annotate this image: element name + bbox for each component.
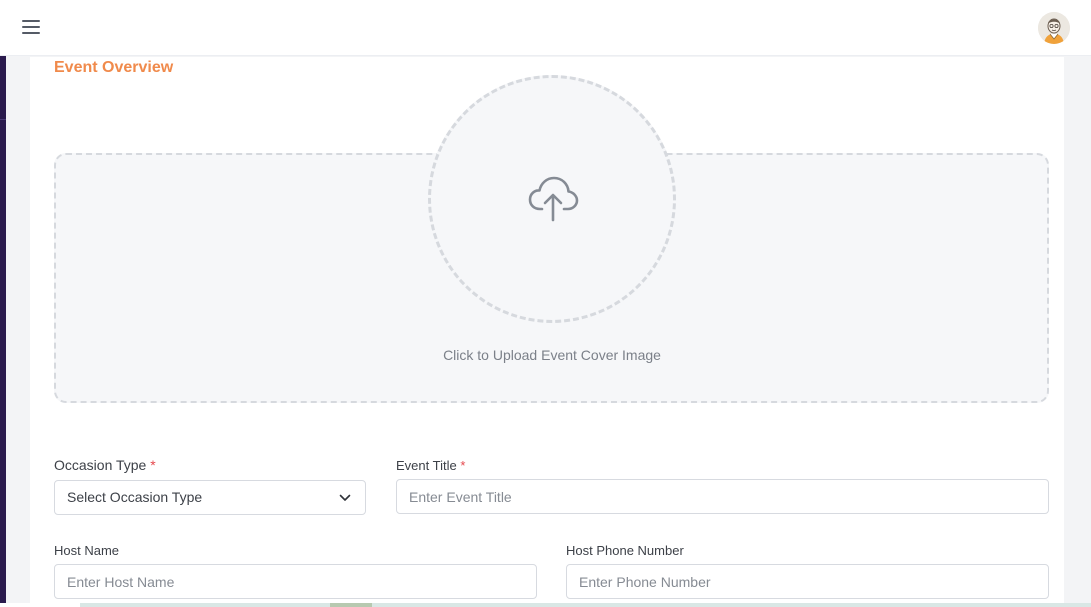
- occasion-type-label: Occasion Type *: [54, 457, 156, 473]
- occasion-type-label-text: Occasion Type: [54, 457, 147, 473]
- cloud-upload-icon: [528, 176, 579, 222]
- bottom-scroll-edge: [0, 603, 1091, 607]
- chevron-down-icon: [339, 494, 351, 501]
- sidebar-edge: [0, 56, 6, 607]
- event-title-input[interactable]: [396, 479, 1049, 514]
- hamburger-menu-icon[interactable]: [22, 20, 40, 36]
- occasion-type-select[interactable]: Select Occasion Type: [54, 480, 366, 515]
- required-mark: *: [460, 458, 466, 473]
- host-phone-input[interactable]: [566, 564, 1049, 599]
- host-phone-label: Host Phone Number: [566, 543, 684, 558]
- user-avatar-icon: [1038, 12, 1070, 44]
- event-title-label-text: Event Title: [396, 458, 457, 473]
- host-name-label: Host Name: [54, 543, 120, 558]
- top-bar: [0, 0, 1091, 56]
- occasion-type-selected-value: Select Occasion Type: [67, 489, 203, 505]
- avatar[interactable]: [1038, 12, 1070, 44]
- section-title: Event Overview: [54, 59, 174, 76]
- event-title-label: Event Title *: [396, 458, 465, 473]
- required-mark: *: [150, 457, 156, 473]
- upload-instruction: Click to Upload Event Cover Image: [443, 347, 661, 363]
- host-name-input[interactable]: [54, 564, 537, 599]
- event-overview-card: Event Overview Click to Upload Event Cov…: [30, 57, 1064, 607]
- upload-circle[interactable]: [428, 75, 676, 323]
